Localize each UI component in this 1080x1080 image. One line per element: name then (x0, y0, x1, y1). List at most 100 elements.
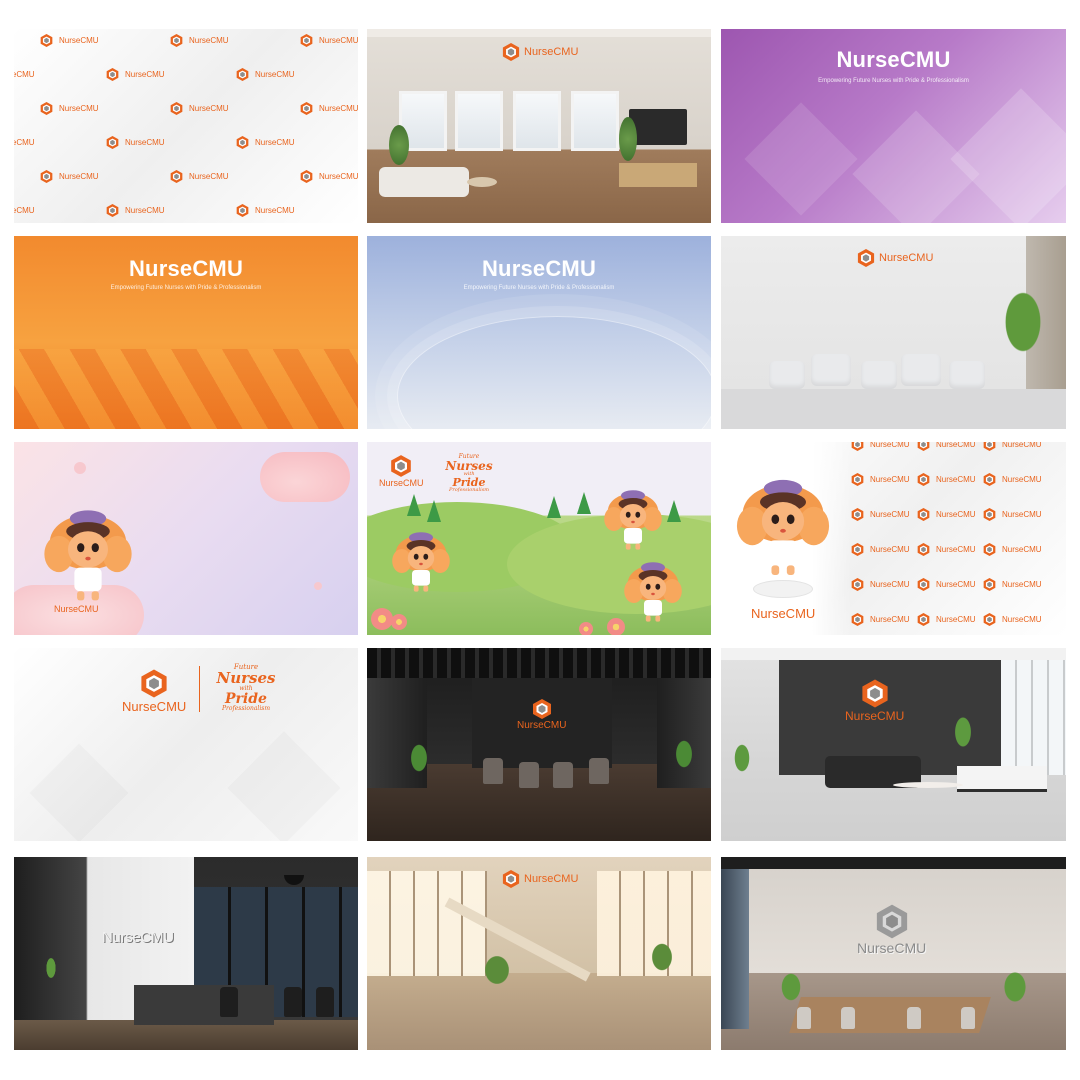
nurse-cmu-logo-icon (983, 542, 996, 557)
brand-name: NurseCMU (319, 172, 358, 181)
brand-name: NurseCMU (936, 545, 976, 554)
nurse-cmu-logo-icon (236, 67, 249, 82)
nurse-cmu-logo-icon (106, 135, 119, 150)
nurse-cmu-logo-icon (40, 101, 53, 116)
nurse-cmu-logo-icon (875, 903, 909, 940)
logo-pattern-item: NurseCMU (983, 442, 1042, 452)
tile-mascot-clouds[interactable]: NurseCMU (14, 442, 358, 635)
logo-pattern: NurseCMU NurseCMU NurseCMU NurseCMU NurseCMU… (14, 29, 358, 223)
nurse-cmu-logo-icon (106, 203, 119, 218)
slogan-mark: Future Nurses with Pride Professionalism (216, 663, 276, 712)
brand-logo: NurseCMU (502, 42, 578, 62)
nurse-cmu-logo-icon (236, 203, 249, 218)
brand-name: NurseCMU (54, 604, 99, 614)
brand-name: NurseCMU (1002, 615, 1042, 624)
tile-living-room[interactable]: NurseCMU (367, 29, 711, 223)
nurse-cmu-logo-icon (917, 577, 930, 592)
nurse-cmu-logo-icon (300, 101, 313, 116)
nurse-cmu-logo-icon (300, 169, 313, 184)
tile-concrete-boardroom[interactable]: NurseCMU (721, 857, 1066, 1050)
brand-name: NurseCMU (255, 138, 295, 147)
brand-name: NurseCMU (14, 138, 35, 147)
brand-name: NurseCMU (1002, 545, 1042, 554)
logo-pattern-item: NurseCMU (14, 203, 35, 218)
brand-name: NurseCMU (1002, 510, 1042, 519)
brand-name: NurseCMU (845, 709, 905, 723)
logo-pattern-item: NurseCMU (236, 203, 295, 218)
brand-name: NurseCMU (125, 70, 165, 79)
tile-silver-office[interactable]: NurseCMU (14, 857, 358, 1050)
mascot-character (623, 558, 683, 624)
logo-pattern-item: NurseCMU (170, 33, 229, 48)
nurse-cmu-logo-icon (170, 33, 183, 48)
brand-name: NurseCMU (751, 606, 816, 621)
brand-name: NurseCMU (870, 475, 910, 484)
tile-purple-banner[interactable]: NurseCMU Empowering Future Nurses with P… (721, 29, 1066, 223)
tile-sunlit-hall[interactable]: NurseCMU (367, 857, 711, 1050)
tile-grey-lounge[interactable]: NurseCMU (721, 648, 1066, 841)
nurse-cmu-logo-icon (170, 101, 183, 116)
divider (199, 666, 200, 712)
brand-name: NurseCMU (59, 104, 99, 113)
logo-pattern-item: NurseCMU (917, 442, 976, 452)
nurse-cmu-logo-icon (917, 542, 930, 557)
brand-name: NurseCMU (936, 442, 976, 449)
tile-pattern-white[interactable]: NurseCMU NurseCMU NurseCMU NurseCMU NurseCMU… (14, 29, 358, 223)
logo-pattern-item: NurseCMU (917, 577, 976, 592)
logo-pattern-item: NurseCMU (851, 507, 910, 522)
logo-pattern-item: NurseCMU (851, 612, 910, 627)
brand-name: NurseCMU (14, 206, 35, 215)
tile-mascot-pattern[interactable]: NurseCMU NurseCMU NurseCMU NurseCMU NurseCMU… (721, 442, 1066, 635)
brand-name: NurseCMU (189, 172, 229, 181)
brand-name: NurseCMU (870, 510, 910, 519)
nurse-cmu-logo-icon (851, 507, 864, 522)
brand-name: NurseCMU (189, 36, 229, 45)
logo-pattern-item: NurseCMU (40, 33, 99, 48)
mascot-character (603, 486, 663, 552)
logo-pattern-item: NurseCMU (236, 135, 295, 150)
mascot-character (391, 528, 451, 594)
brand-name: NurseCMU (936, 475, 976, 484)
nurse-cmu-logo-icon (851, 442, 864, 452)
banner-tagline: Empowering Future Nurses with Pride & Pr… (110, 285, 262, 291)
logo-pattern-item: NurseCMU (170, 169, 229, 184)
logo-pattern-item: NurseCMU (917, 507, 976, 522)
logo-pattern-item: NurseCMU (851, 577, 910, 592)
logo-pattern-item: NurseCMU (300, 101, 358, 116)
tile-sofa-room[interactable]: NurseCMU (721, 236, 1066, 429)
logo-pattern-item: NurseCMU (983, 472, 1042, 487)
brand-logo: NurseCMU (845, 678, 904, 723)
brand-name: NurseCMU (1002, 442, 1042, 449)
tile-orange-banner[interactable]: NurseCMU Empowering Future Nurses with P… (14, 236, 358, 429)
logo-pattern-item: NurseCMU (851, 442, 910, 452)
tile-mascot-hills[interactable]: NurseCMU Future Nurses with Pride Profes… (367, 442, 711, 635)
tile-blue-banner[interactable]: NurseCMU Empowering Future Nurses with P… (367, 236, 711, 429)
brand-name: NurseCMU (517, 720, 567, 731)
slogan-mark: Future Nurses with Pride Professionalism (445, 453, 493, 493)
nurse-cmu-logo-icon (236, 135, 249, 150)
banner-tagline: Empowering Future Nurses with Pride & Pr… (818, 78, 969, 84)
logo-pattern-item: NurseCMU (40, 101, 99, 116)
tile-logo-slogan-white[interactable]: NurseCMU Future Nurses with Pride Profes… (14, 648, 358, 841)
brand-logo: NurseCMU (517, 698, 566, 731)
brand-name: NurseCMU (14, 70, 35, 79)
logo-pattern-item: NurseCMU (300, 169, 358, 184)
brand-name: NurseCMU (102, 929, 174, 946)
logo-pattern-item: NurseCMU (851, 542, 910, 557)
brand-name: NurseCMU (59, 36, 99, 45)
nurse-cmu-logo-icon (40, 169, 53, 184)
banner-tagline: Empowering Future Nurses with Pride & Pr… (463, 285, 615, 291)
mascot-character (42, 504, 134, 604)
mascot-character (735, 472, 831, 580)
nurse-cmu-logo-icon (983, 442, 996, 452)
logo-pattern-item: NurseCMU (14, 135, 35, 150)
nurse-cmu-logo-icon (106, 67, 119, 82)
tile-dark-meeting-room[interactable]: NurseCMU (367, 648, 711, 841)
logo-pattern-item: NurseCMU (851, 472, 910, 487)
logo-pattern-item: NurseCMU (983, 507, 1042, 522)
brand-name: NurseCMU (870, 545, 910, 554)
nurse-cmu-logo-icon (983, 577, 996, 592)
logo-pattern-item: NurseCMU (106, 67, 165, 82)
logo-pattern-item: NurseCMU (236, 67, 295, 82)
brand-logo: NurseCMU (502, 869, 578, 889)
